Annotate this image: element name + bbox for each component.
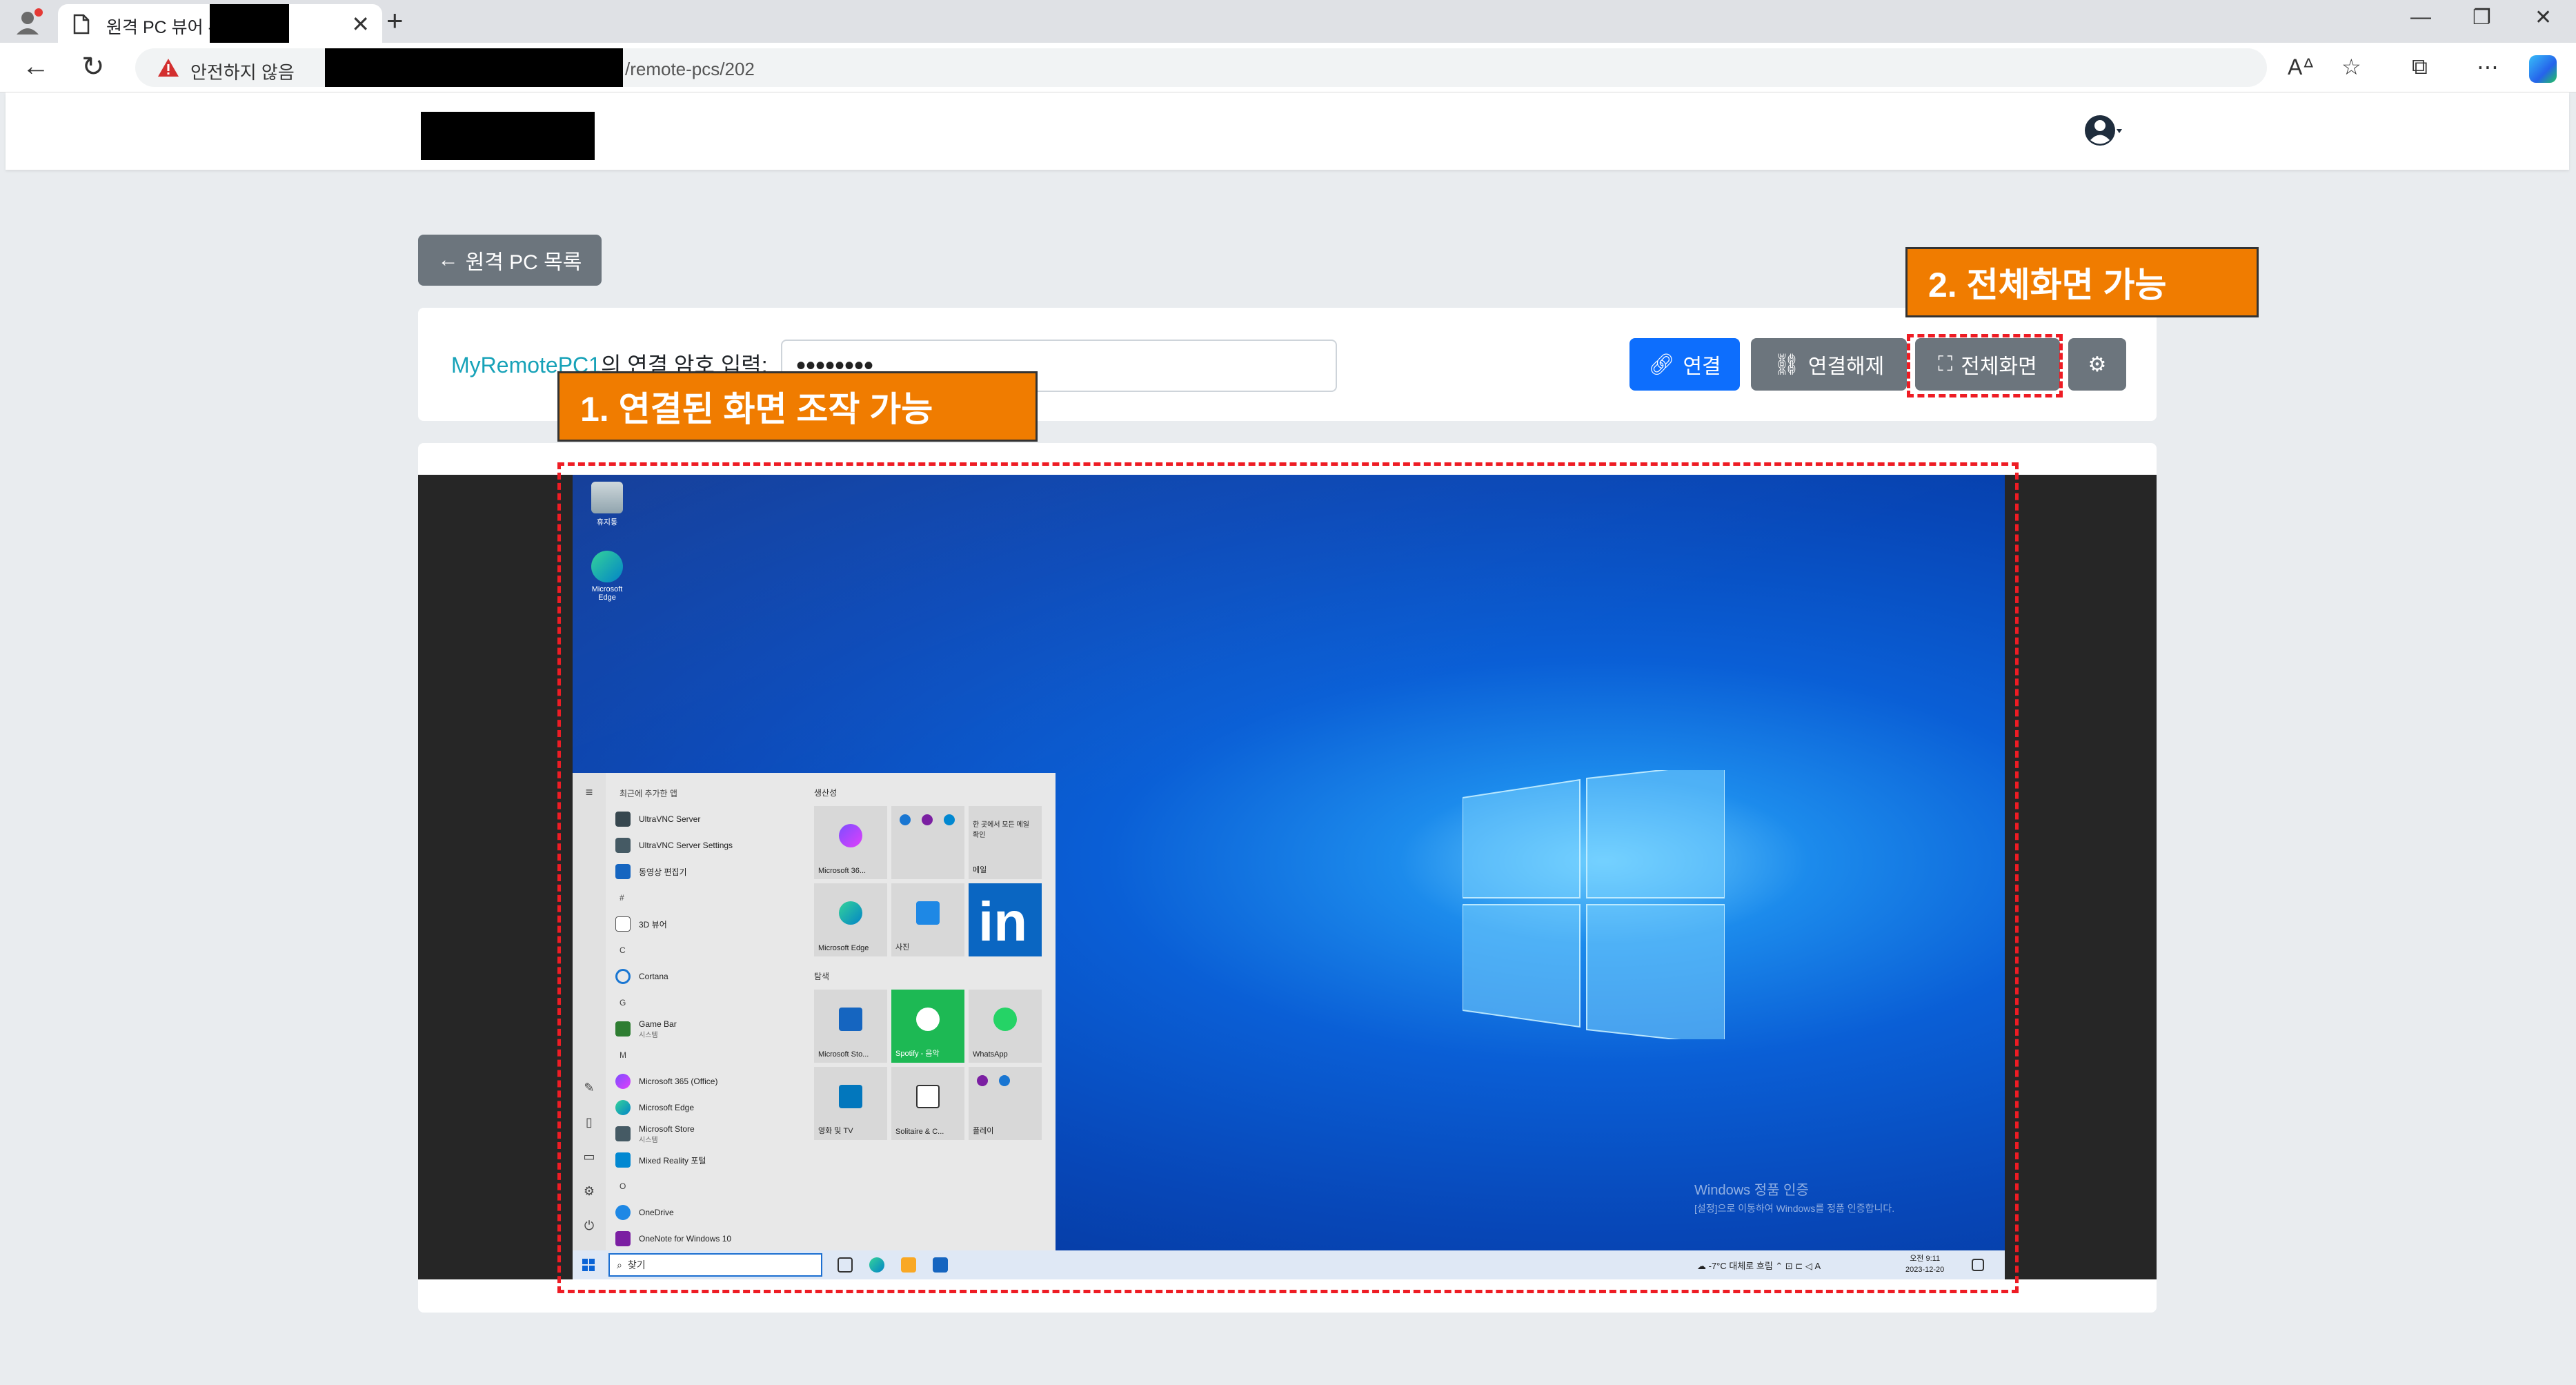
gear-icon: ⚙ <box>2088 353 2107 376</box>
copilot-icon[interactable] <box>2529 55 2557 83</box>
callout-fullscreen: 2. 전체화면 가능 <box>1905 247 2259 317</box>
back-button-label: 원격 PC 목록 <box>465 251 582 274</box>
logo-redaction <box>421 112 595 160</box>
back-arrow-icon[interactable]: ← <box>22 51 50 82</box>
url-path: /remote-pcs/202 <box>625 59 755 79</box>
document-icon <box>73 14 90 35</box>
address-toolbar: ← ↻ 안전하지 않음 /remote-pcs/202 Aᐞ ☆ ⧉ ⋯ <box>0 43 2576 92</box>
browser-tabstrip: 원격 PC 뷰어 - ✕ + — ❐ ✕ <box>0 0 2576 43</box>
app-navbar <box>6 92 2569 170</box>
arrow-left-icon: ← <box>437 248 459 271</box>
tab-close-icon[interactable]: ✕ <box>351 11 370 37</box>
warning-icon <box>157 58 179 77</box>
window-close-icon[interactable]: ✕ <box>2535 6 2552 30</box>
refresh-icon[interactable]: ↻ <box>81 51 105 83</box>
more-menu-icon[interactable]: ⋯ <box>2477 54 2499 80</box>
read-aloud-icon[interactable]: Aᐞ <box>2288 54 2315 80</box>
browser-tab[interactable]: 원격 PC 뷰어 - ✕ <box>58 4 382 43</box>
link-icon: 🔗︎ <box>1648 353 1675 376</box>
disconnect-button[interactable]: ⛓︎ 연결해제 <box>1751 338 1907 391</box>
restore-icon[interactable]: ❐ <box>2473 6 2491 30</box>
profile-icon[interactable] <box>14 7 44 37</box>
connect-button[interactable]: 🔗︎ 연결 <box>1629 338 1740 391</box>
extensions-icon[interactable]: ⧉ <box>2412 54 2428 80</box>
redaction-box <box>325 48 623 87</box>
back-to-list-button[interactable]: ← 원격 PC 목록 <box>418 235 602 286</box>
disconnect-label: 연결해제 <box>1807 355 1885 378</box>
url-field[interactable]: 안전하지 않음 /remote-pcs/202 <box>135 48 2267 87</box>
callout-remote-control: 1. 연결된 화면 조작 가능 <box>557 371 1038 442</box>
security-warning-text: 안전하지 않음 <box>190 62 295 83</box>
new-tab-button[interactable]: + <box>386 4 404 37</box>
minimize-icon[interactable]: — <box>2410 6 2431 29</box>
tab-title: 원격 PC 뷰어 - <box>106 18 214 37</box>
annotation-fullscreen-box <box>1907 334 2063 397</box>
unlink-icon: ⛓︎ <box>1773 353 1800 376</box>
connect-label: 연결 <box>1683 355 1721 378</box>
annotation-remote-box <box>557 462 2019 1293</box>
redaction-box <box>210 4 289 43</box>
user-menu-icon[interactable] <box>2083 110 2123 150</box>
favorite-star-icon[interactable]: ☆ <box>2341 54 2361 80</box>
settings-button[interactable]: ⚙ <box>2068 338 2126 391</box>
